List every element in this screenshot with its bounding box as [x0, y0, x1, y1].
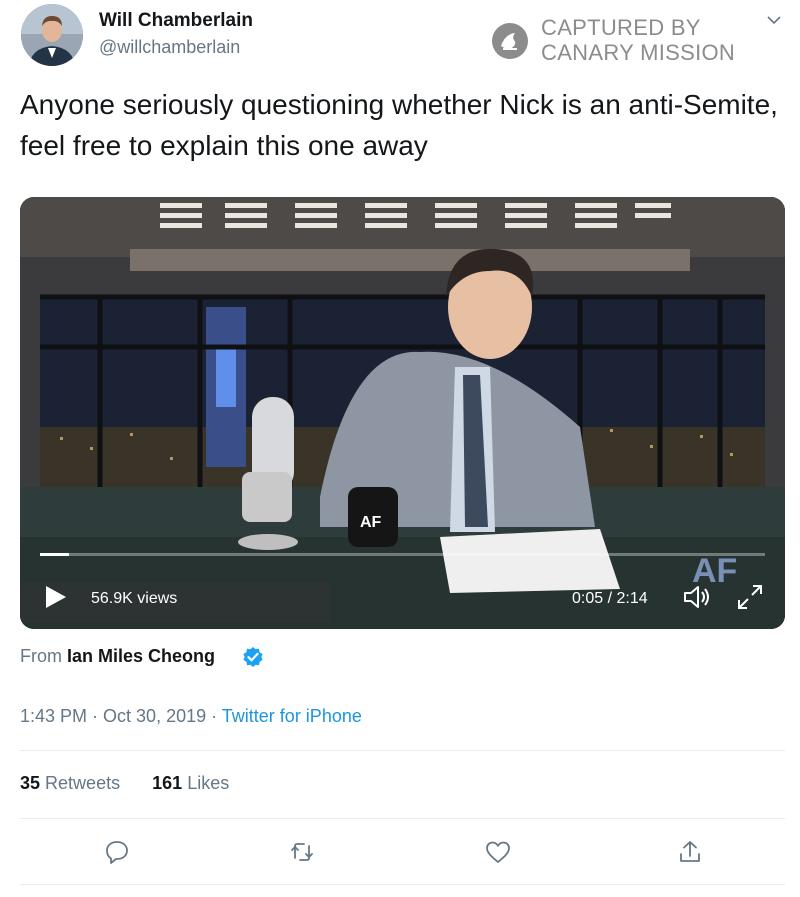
video-view-count: 56.9K views	[91, 590, 178, 607]
attribution-name[interactable]: Ian Miles Cheong	[67, 646, 215, 666]
tweet-meta: 1:43 PM · Oct 30, 2019 · Twitter for iPh…	[20, 706, 362, 727]
canary-mission-watermark: CAPTURED BY CANARY MISSION	[491, 15, 751, 71]
canary-mission-logo	[492, 23, 528, 59]
tweet-source[interactable]: Twitter for iPhone	[222, 706, 362, 726]
avatar[interactable]	[21, 4, 83, 66]
like-icon[interactable]	[484, 838, 512, 866]
volume-icon[interactable]	[682, 583, 714, 611]
watermark-text: CAPTURED BY CANARY MISSION	[541, 15, 735, 65]
retweet-icon[interactable]	[288, 838, 316, 866]
video-player[interactable]: AF AF 56.9K views 0:05 / 2:14	[20, 197, 785, 629]
play-icon[interactable]	[42, 584, 68, 610]
likes-count: 161	[152, 773, 183, 793]
tweet-text: Anyone seriously questioning whether Nic…	[20, 89, 778, 161]
divider	[20, 884, 785, 885]
watermark-line-1: CAPTURED BY	[541, 15, 701, 40]
retweets-label: Retweets	[45, 773, 121, 793]
reply-icon[interactable]	[103, 838, 131, 866]
attribution-prefix: From	[20, 646, 67, 666]
verified-badge-icon	[243, 647, 263, 667]
tweet-header: Will Chamberlain @willchamberlain CAPTUR…	[0, 0, 800, 80]
video-time: 0:05 / 2:14	[572, 590, 648, 607]
meta-separator: ·	[87, 706, 104, 726]
video-progress-bar[interactable]	[40, 553, 765, 556]
retweets-stat[interactable]: 35 Retweets	[20, 773, 120, 793]
divider	[20, 750, 785, 751]
divider	[20, 818, 785, 819]
video-frame: AF AF	[20, 197, 785, 629]
video-progress-fill	[40, 553, 69, 556]
author-display-name[interactable]: Will Chamberlain	[99, 10, 253, 32]
likes-stat[interactable]: 161 Likes	[152, 773, 229, 793]
video-attribution: From Ian Miles Cheong	[20, 646, 215, 667]
fullscreen-icon[interactable]	[734, 581, 766, 613]
watermark-line-2: CANARY MISSION	[541, 40, 736, 65]
tweet-time[interactable]: 1:43 PM	[20, 706, 87, 726]
chevron-down-icon[interactable]	[764, 10, 784, 30]
tweet-date[interactable]: Oct 30, 2019	[103, 706, 206, 726]
share-icon[interactable]	[676, 838, 704, 866]
svg-text:AF: AF	[360, 514, 382, 531]
tweet-stats: 35 Retweets 161 Likes	[20, 773, 229, 794]
meta-separator: ·	[206, 706, 222, 726]
likes-label: Likes	[187, 773, 230, 793]
retweets-count: 35	[20, 773, 41, 793]
author-handle[interactable]: @willchamberlain	[99, 37, 240, 58]
